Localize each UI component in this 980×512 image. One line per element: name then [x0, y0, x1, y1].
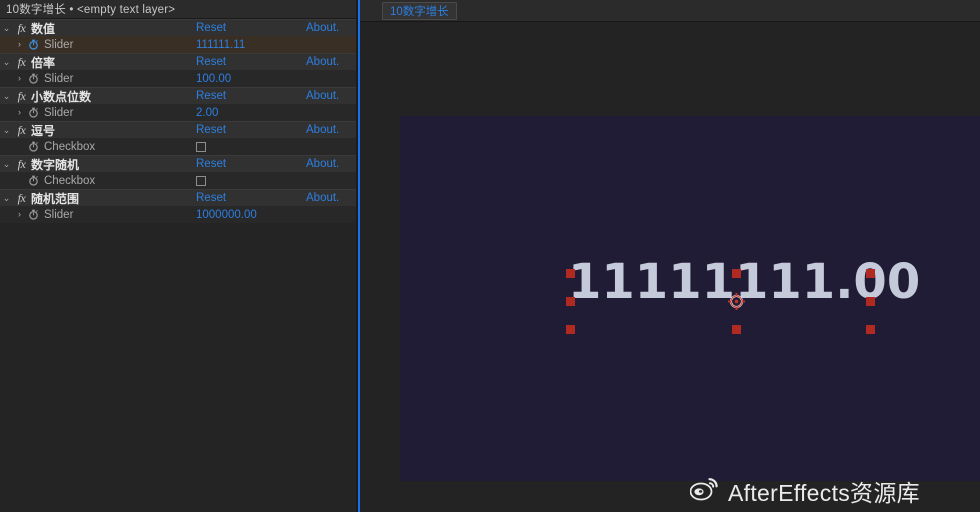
reset-button[interactable]: Reset: [196, 90, 226, 102]
effect-controls-panel: 10数字增长 • <empty text layer> ⌄ fx 数值 Reset Ab…: [0, 0, 358, 512]
stopwatch-icon[interactable]: [26, 73, 41, 84]
property-value[interactable]: 100.00: [196, 73, 231, 85]
stopwatch-icon[interactable]: [26, 107, 41, 118]
about-button[interactable]: About.: [306, 90, 339, 102]
property-label: Slider: [44, 208, 74, 221]
chevron-down-icon[interactable]: ⌄: [0, 91, 13, 101]
about-button[interactable]: About.: [306, 56, 339, 68]
selection-handle-mr[interactable]: [866, 297, 875, 306]
chevron-down-icon[interactable]: ⌄: [0, 23, 13, 33]
property-label: Slider: [44, 106, 74, 119]
chevron-right-icon[interactable]: ›: [13, 74, 26, 83]
chevron-down-icon[interactable]: ⌄: [0, 125, 13, 135]
effect-property-row[interactable]: › Slider 111111.11: [0, 36, 358, 53]
stopwatch-icon[interactable]: [26, 175, 41, 186]
effect-name: 小数点位数: [31, 89, 92, 104]
property-checkbox[interactable]: [196, 141, 206, 152]
reset-button[interactable]: Reset: [196, 56, 226, 68]
reset-button[interactable]: Reset: [196, 192, 226, 204]
reset-button[interactable]: Reset: [196, 22, 226, 34]
selection-handle-bl[interactable]: [566, 325, 575, 334]
stopwatch-icon[interactable]: [26, 141, 41, 152]
effect-property-row[interactable]: › Slider 2.00: [0, 104, 358, 121]
property-value[interactable]: 2.00: [196, 107, 218, 119]
effect-name: 随机范围: [31, 191, 80, 206]
effect-header-row[interactable]: ⌄ fx 随机范围 Reset About.: [0, 189, 358, 206]
property-value[interactable]: 1000000.00: [196, 209, 257, 221]
property-value[interactable]: 111111.11: [196, 39, 245, 51]
fx-icon: fx: [17, 88, 26, 103]
tab-composition-label: 10数字增长: [390, 5, 449, 18]
property-label: Checkbox: [44, 174, 96, 187]
fx-icon: fx: [17, 122, 26, 137]
effect-header-row[interactable]: ⌄ fx 小数点位数 Reset About.: [0, 87, 358, 104]
selection-handle-ml[interactable]: [566, 297, 575, 306]
effect-property-row[interactable]: Checkbox: [0, 138, 358, 155]
composition-canvas[interactable]: 11111111.00: [400, 116, 980, 481]
fx-icon: fx: [17, 190, 26, 205]
selection-handle-tr[interactable]: [866, 269, 875, 278]
property-label: Slider: [44, 72, 74, 85]
effect-controls-titlebar: 10数字增长 • <empty text layer>: [0, 0, 358, 19]
effect-property-row[interactable]: Checkbox: [0, 172, 358, 189]
about-button[interactable]: About.: [306, 124, 339, 136]
chevron-down-icon[interactable]: ⌄: [0, 159, 13, 169]
chevron-right-icon[interactable]: ›: [13, 40, 26, 49]
effect-header-row[interactable]: ⌄ fx 倍率 Reset About.: [0, 53, 358, 70]
effect-header-row[interactable]: ⌄ fx 逗号 Reset About.: [0, 121, 358, 138]
effect-controls-title: 10数字增长 • <empty text layer>: [6, 4, 176, 16]
about-button[interactable]: About.: [306, 22, 339, 34]
chevron-down-icon[interactable]: ⌄: [0, 57, 13, 67]
effect-header-row[interactable]: ⌄ fx 数值 Reset About.: [0, 19, 358, 36]
fx-icon: fx: [17, 54, 26, 69]
anchor-point-icon[interactable]: [728, 293, 745, 310]
selection-handle-bm[interactable]: [732, 325, 741, 334]
effect-name: 倍率: [31, 55, 56, 70]
reset-button[interactable]: Reset: [196, 124, 226, 136]
effect-header-row[interactable]: ⌄ fx 数字随机 Reset About.: [0, 155, 358, 172]
selection-handle-br[interactable]: [866, 325, 875, 334]
effect-property-row[interactable]: › Slider 100.00: [0, 70, 358, 87]
effect-property-row[interactable]: › Slider 1000000.00: [0, 206, 358, 223]
fx-icon: fx: [17, 156, 26, 171]
property-checkbox[interactable]: [196, 175, 206, 186]
about-button[interactable]: About.: [306, 192, 339, 204]
chevron-right-icon[interactable]: ›: [13, 108, 26, 117]
selection-handle-tm[interactable]: [732, 269, 741, 278]
tab-composition[interactable]: 10数字增长: [382, 1, 457, 20]
chevron-down-icon[interactable]: ⌄: [0, 193, 13, 203]
fx-icon: fx: [17, 20, 26, 35]
property-label: Slider: [44, 38, 74, 51]
after-effects-window: 10数字增长 • <empty text layer> ⌄ fx 数值 Reset Ab…: [0, 0, 980, 512]
composition-tabbar: 10数字增长: [360, 0, 980, 22]
about-button[interactable]: About.: [306, 158, 339, 170]
stopwatch-icon[interactable]: [26, 209, 41, 220]
effect-name: 逗号: [31, 123, 56, 138]
composition-panel: 10数字增长 11111111.00: [360, 0, 980, 512]
reset-button[interactable]: Reset: [196, 158, 226, 170]
property-label: Checkbox: [44, 140, 96, 153]
selection-handle-tl[interactable]: [566, 269, 575, 278]
chevron-right-icon[interactable]: ›: [13, 210, 26, 219]
stopwatch-icon[interactable]: [26, 39, 41, 50]
effect-rows-container: ⌄ fx 数值 Reset About. › Slider 111111.11 ⌄ fx 倍率 Res…: [0, 19, 358, 223]
composition-viewport[interactable]: 11111111.00: [360, 22, 980, 512]
effect-name: 数字随机: [31, 157, 80, 172]
effect-name: 数值: [31, 21, 56, 36]
